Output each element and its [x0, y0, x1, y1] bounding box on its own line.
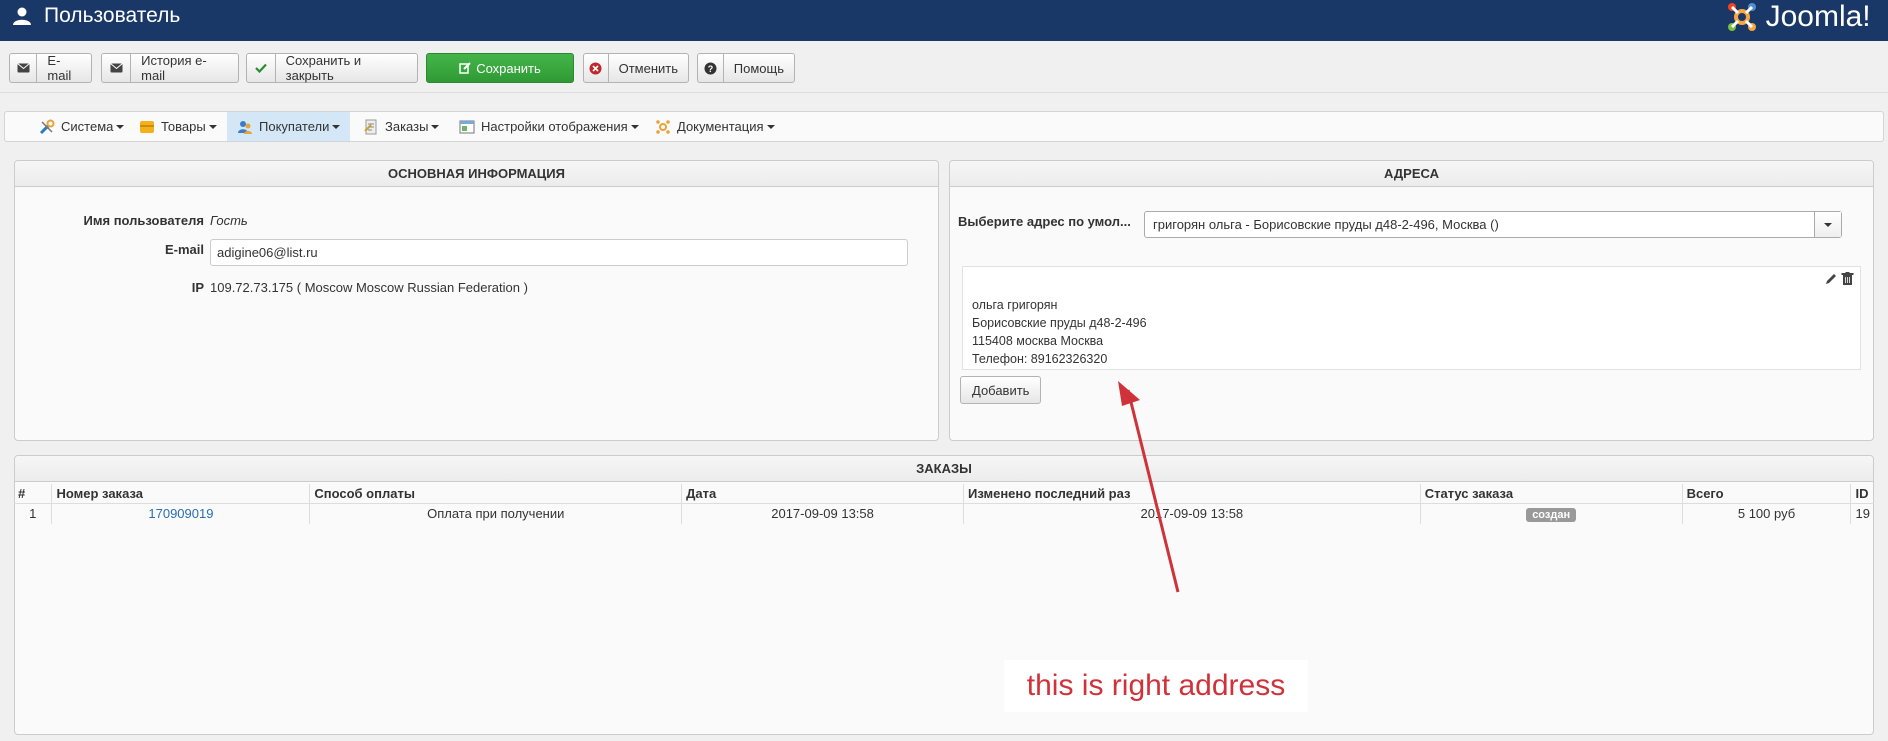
- order-num: 1: [14, 502, 53, 524]
- column-header[interactable]: Изменено последний раз: [963, 484, 1421, 503]
- menu-item-orders[interactable]: Заказы: [353, 112, 449, 141]
- orders-icon: [364, 119, 377, 134]
- order-id: 19: [1850, 502, 1874, 524]
- main-menu: Система Товары Покупатели Заказы Настрой…: [4, 111, 1884, 142]
- display-settings-icon: [459, 120, 475, 133]
- column-header[interactable]: #: [14, 484, 53, 503]
- menu-item-system[interactable]: Система: [29, 112, 134, 141]
- chevron-down-icon: [208, 124, 217, 129]
- email-field[interactable]: [210, 239, 908, 266]
- default-address-select[interactable]: григорян ольга - Борисовские пруды д48-2…: [1144, 211, 1842, 238]
- chevron-down-icon[interactable]: [1814, 212, 1841, 237]
- order-date: 2017-09-09 13:58: [681, 502, 964, 524]
- help-button[interactable]: ? Помощь: [697, 53, 795, 83]
- address-city: 115408 москва Москва: [972, 334, 1104, 348]
- status-badge: создан: [1526, 507, 1577, 522]
- column-header[interactable]: Статус заказа: [1420, 484, 1683, 503]
- save-and-close-label: Сохранить и закрыть: [285, 53, 362, 83]
- pencil-icon[interactable]: [1824, 272, 1838, 286]
- user-icon: [13, 7, 31, 25]
- check-icon: [247, 54, 276, 82]
- toolbar: E-mail История e-mail Сохранить и закрыт…: [0, 41, 1888, 93]
- cancel-circle-icon: [584, 54, 609, 82]
- orders-header-row: # Номер заказа Способ оплаты Дата Измене…: [14, 484, 1874, 503]
- address-card: ольга григорян Борисовские пруды д48-2-4…: [962, 266, 1861, 370]
- email-label: E-mail: [164, 242, 204, 257]
- users-icon: [238, 120, 252, 134]
- email-history-button[interactable]: История e-mail: [101, 53, 239, 83]
- menu-item-products[interactable]: Товары: [129, 112, 227, 141]
- orders-table: # Номер заказа Способ оплаты Дата Измене…: [14, 484, 1874, 524]
- chevron-down-icon: [630, 124, 639, 129]
- menu-item-display-settings[interactable]: Настройки отображения: [449, 112, 649, 141]
- username-value: Гость: [210, 213, 248, 228]
- address-street: Борисовские пруды д48-2-496: [972, 316, 1147, 330]
- ip-label: IP: [191, 280, 204, 295]
- tools-icon: [39, 119, 55, 134]
- column-header[interactable]: Номер заказа: [51, 484, 311, 503]
- chevron-down-icon: [431, 124, 440, 129]
- envelope-icon: [102, 54, 132, 82]
- trash-icon[interactable]: [1841, 272, 1854, 286]
- products-icon: [140, 120, 154, 133]
- help-button-label: Помощь: [733, 60, 784, 76]
- svg-text:?: ?: [708, 64, 714, 74]
- chevron-down-icon: [332, 124, 341, 129]
- chevron-down-icon: [116, 124, 125, 129]
- order-number-cell: 170909019: [51, 502, 311, 524]
- default-address-selected: григорян ольга - Борисовские пруды д48-2…: [1153, 217, 1499, 232]
- username-label: Имя пользователя: [83, 213, 204, 228]
- annotation-label: this is right address: [1004, 660, 1308, 712]
- order-total: 5 100 руб: [1682, 502, 1852, 524]
- address-name: ольга григорян: [972, 298, 1058, 312]
- edit-icon: [459, 62, 471, 74]
- cancel-button[interactable]: Отменить: [583, 53, 689, 83]
- column-header[interactable]: Способ оплаты: [309, 484, 683, 503]
- save-and-close-button[interactable]: Сохранить и закрыть: [246, 53, 418, 83]
- column-header[interactable]: ID: [1851, 484, 1874, 503]
- table-row[interactable]: 1 170909019 Оплата при получении 2017-09…: [14, 502, 1874, 524]
- ip-value: 109.72.73.175 ( Moscow Moscow Russian Fe…: [210, 280, 528, 295]
- header-bar: Пользователь Joomla!®: [0, 0, 1888, 41]
- documentation-icon: [656, 119, 670, 134]
- addresses-title: АДРЕСА: [950, 161, 1873, 187]
- save-button[interactable]: Сохранить: [426, 53, 574, 83]
- chevron-down-icon: [766, 124, 775, 129]
- order-status-cell: создан: [1420, 502, 1683, 524]
- basic-info-title: ОСНОВНАЯ ИНФОРМАЦИЯ: [15, 161, 938, 187]
- save-button-content: Сохранить: [451, 54, 549, 82]
- question-circle-icon: ?: [698, 54, 724, 82]
- menu-item-documentation[interactable]: Документация: [645, 112, 785, 141]
- envelope-icon: [10, 54, 38, 82]
- order-number-link[interactable]: 170909019: [148, 506, 213, 521]
- cancel-button-label: Отменить: [618, 60, 678, 76]
- column-header[interactable]: Всего: [1682, 484, 1852, 503]
- joomla-logo-icon: [1727, 3, 1756, 31]
- email-button[interactable]: E-mail: [9, 53, 92, 83]
- address-phone: Телефон: 89162326320: [972, 352, 1108, 366]
- save-button-label: Сохранить: [476, 60, 541, 76]
- basic-info-panel: ОСНОВНАЯ ИНФОРМАЦИЯ: [14, 160, 939, 441]
- joomla-logo[interactable]: Joomla!®: [1724, 0, 1878, 34]
- order-modified: 2017-09-09 13:58: [963, 502, 1421, 524]
- orders-title: ЗАКАЗЫ: [15, 456, 1873, 482]
- default-address-label: Выберите адрес по умол...: [958, 214, 1131, 229]
- email-history-button-label: История e-mail: [141, 53, 207, 83]
- payment-method: Оплата при получении: [309, 502, 683, 524]
- menu-item-customers[interactable]: Покупатели: [227, 112, 351, 141]
- add-address-button[interactable]: Добавить: [960, 376, 1042, 404]
- column-header[interactable]: Дата: [681, 484, 964, 503]
- page-title: Пользователь: [44, 4, 181, 27]
- joomla-logo-text: Joomla!®: [1765, 0, 1871, 33]
- email-button-label: E-mail: [47, 53, 72, 83]
